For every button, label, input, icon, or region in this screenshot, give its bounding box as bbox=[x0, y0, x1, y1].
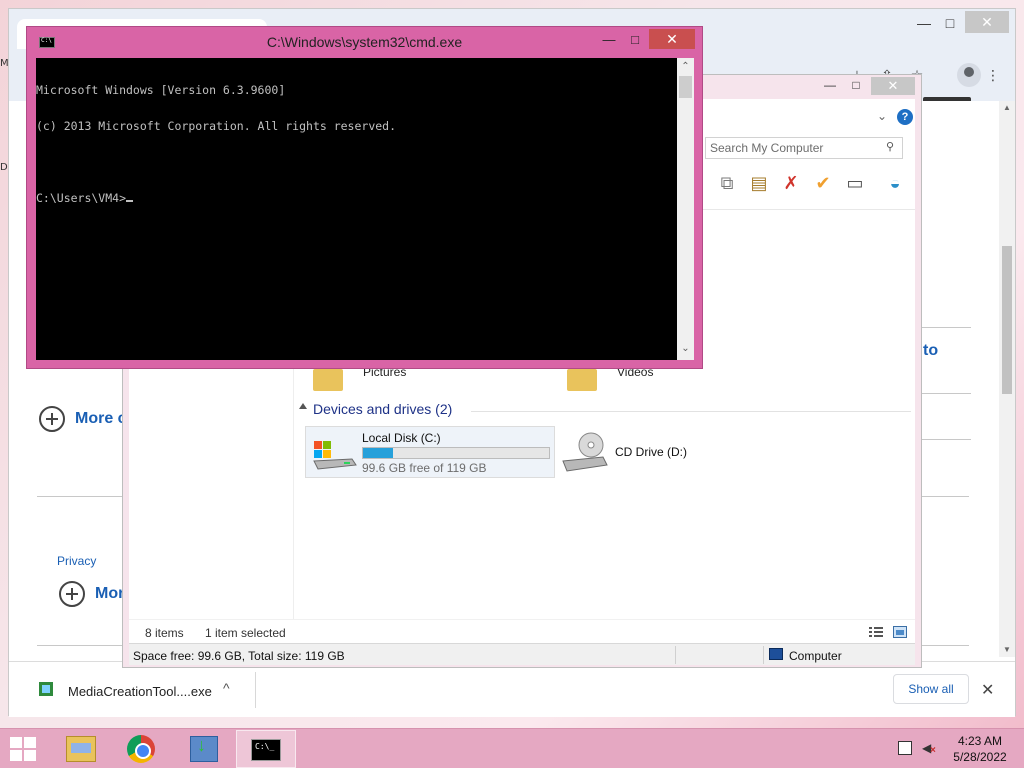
windows-logo-icon bbox=[24, 737, 36, 748]
console-prompt-line[interactable]: C:\Users\VM4> bbox=[36, 192, 675, 204]
chevron-up-icon[interactable]: ^ bbox=[223, 680, 230, 696]
large-icons-view-icon[interactable] bbox=[893, 626, 907, 638]
divider bbox=[255, 672, 256, 708]
checkmark-icon[interactable]: ✔ bbox=[811, 171, 835, 195]
plus-circle-icon[interactable] bbox=[59, 581, 85, 607]
close-button[interactable]: ✕ bbox=[965, 11, 1009, 33]
privacy-link[interactable]: Privacy bbox=[57, 554, 96, 568]
minimize-button[interactable]: — bbox=[915, 15, 933, 31]
close-button[interactable]: ✕ bbox=[649, 29, 695, 49]
minimize-button[interactable]: — bbox=[599, 31, 619, 49]
taskbar: ◀ × 4:23 AM 5/28/2022 bbox=[0, 728, 1024, 768]
menu-kebab-icon[interactable]: ⋮ bbox=[983, 65, 1003, 85]
mute-indicator-icon: × bbox=[930, 745, 936, 756]
location-label: Computer bbox=[789, 649, 842, 663]
space-summary: Space free: 99.6 GB, Total size: 119 GB bbox=[133, 649, 345, 663]
console-line: (c) 2013 Microsoft Corporation. All righ… bbox=[36, 119, 397, 133]
chrome-icon bbox=[127, 735, 155, 763]
maximize-button[interactable]: □ bbox=[847, 78, 865, 94]
minimize-button[interactable]: — bbox=[821, 78, 839, 94]
console-scrollbar[interactable]: ⌃ ⌄ bbox=[677, 58, 694, 360]
help-icon[interactable]: ? bbox=[897, 109, 913, 125]
page-scrollbar[interactable]: ▲ ▼ bbox=[999, 101, 1015, 657]
maximize-button[interactable]: □ bbox=[625, 31, 645, 49]
download-bar: MediaCreationTool....exe ^ Show all ✕ bbox=[9, 661, 1015, 717]
scroll-up-arrow-icon[interactable]: ⌃ bbox=[680, 60, 691, 74]
search-input[interactable] bbox=[710, 140, 882, 156]
divider bbox=[675, 646, 676, 664]
page-link-fragment[interactable]: to bbox=[923, 342, 938, 360]
selected-count: 1 item selected bbox=[205, 626, 286, 640]
local-disk-name: Local Disk (C:) bbox=[362, 431, 441, 445]
paste-icon[interactable]: ▤ bbox=[747, 171, 771, 195]
console-line: Microsoft Windows [Version 6.3.9600] bbox=[36, 83, 286, 97]
disk-usage-fill bbox=[363, 448, 394, 458]
windows-logo-icon bbox=[24, 750, 36, 761]
divider bbox=[699, 209, 915, 210]
collapse-triangle-icon[interactable] bbox=[299, 403, 307, 409]
clock-time[interactable]: 4:23 AM bbox=[950, 734, 1010, 748]
divider bbox=[471, 411, 911, 412]
taskbar-media-creation-tool[interactable] bbox=[174, 730, 234, 768]
search-icon[interactable]: ⚲ bbox=[886, 140, 900, 154]
desktop-edge-glyph: M bbox=[0, 58, 9, 69]
hard-drive-icon bbox=[313, 441, 357, 470]
download-file-name[interactable]: MediaCreationTool....exe bbox=[68, 684, 212, 699]
devices-group-header[interactable]: Devices and drives (2) bbox=[313, 401, 452, 417]
details-view-icon[interactable] bbox=[869, 626, 883, 638]
text-cursor bbox=[126, 200, 134, 202]
scroll-down-arrow-icon[interactable]: ▼ bbox=[1002, 645, 1012, 655]
videos-folder-icon[interactable] bbox=[567, 369, 597, 391]
more-link[interactable]: More c bbox=[75, 410, 127, 428]
rename-icon[interactable]: ▭ bbox=[843, 171, 867, 195]
cd-drive-name[interactable]: CD Drive (D:) bbox=[615, 445, 687, 459]
maximize-button[interactable]: □ bbox=[941, 15, 959, 31]
cmd-window: C:\Windows\system32\cmd.exe — □ ✕ Micros… bbox=[26, 26, 703, 369]
clock-date[interactable]: 5/28/2022 bbox=[950, 750, 1010, 764]
scroll-up-arrow-icon[interactable]: ▲ bbox=[1002, 103, 1012, 113]
disk-usage-bar bbox=[362, 447, 550, 459]
console-prompt: C:\Users\VM4> bbox=[36, 191, 127, 205]
profile-avatar[interactable] bbox=[957, 63, 981, 87]
plus-circle-icon[interactable] bbox=[39, 406, 65, 432]
desktop-edge-glyph: D bbox=[0, 162, 8, 173]
cd-drive-icon[interactable] bbox=[561, 429, 609, 477]
delete-icon[interactable]: ✗ bbox=[779, 171, 803, 195]
close-button[interactable]: ✕ bbox=[871, 77, 915, 95]
show-all-button[interactable]: Show all bbox=[893, 674, 969, 704]
cmd-title-bar[interactable]: C:\Windows\system32\cmd.exe — □ ✕ bbox=[27, 27, 702, 57]
divider bbox=[763, 646, 764, 664]
shell-icon[interactable]: ◒ bbox=[883, 171, 907, 195]
console-output[interactable]: Microsoft Windows [Version 6.3.9600] (c)… bbox=[36, 58, 677, 360]
search-box[interactable]: ⚲ bbox=[705, 137, 903, 159]
item-count: 8 items bbox=[145, 626, 184, 640]
windows-logo-icon bbox=[10, 750, 22, 761]
scroll-down-arrow-icon[interactable]: ⌄ bbox=[680, 342, 691, 356]
taskbar-file-explorer[interactable] bbox=[50, 730, 110, 768]
local-disk-tile[interactable]: Local Disk (C:) 99.6 GB free of 119 GB bbox=[305, 426, 555, 478]
explorer-status-bar: 8 items 1 item selected bbox=[129, 619, 915, 641]
media-creation-tool-icon bbox=[190, 735, 218, 762]
cmd-icon bbox=[251, 739, 281, 761]
copy-icon[interactable]: ⧉ bbox=[715, 171, 739, 195]
disk-free-text: 99.6 GB free of 119 GB bbox=[362, 461, 487, 475]
start-button[interactable] bbox=[10, 737, 36, 761]
computer-icon bbox=[769, 648, 783, 660]
chevron-down-icon[interactable]: ⌄ bbox=[877, 109, 887, 123]
network-icon[interactable] bbox=[898, 741, 912, 755]
details-status-bar: Space free: 99.6 GB, Total size: 119 GB … bbox=[129, 643, 915, 665]
close-icon: ✕ bbox=[981, 14, 993, 30]
windows-logo-icon bbox=[10, 737, 22, 748]
pictures-folder-icon[interactable] bbox=[313, 369, 343, 391]
file-explorer-icon bbox=[66, 736, 96, 762]
taskbar-chrome[interactable] bbox=[112, 730, 172, 768]
installer-file-icon bbox=[39, 682, 53, 696]
close-download-bar-icon[interactable]: ✕ bbox=[981, 680, 994, 700]
scrollbar-thumb[interactable] bbox=[679, 76, 692, 98]
scrollbar-thumb[interactable] bbox=[1002, 246, 1012, 394]
taskbar-cmd[interactable] bbox=[236, 730, 296, 768]
